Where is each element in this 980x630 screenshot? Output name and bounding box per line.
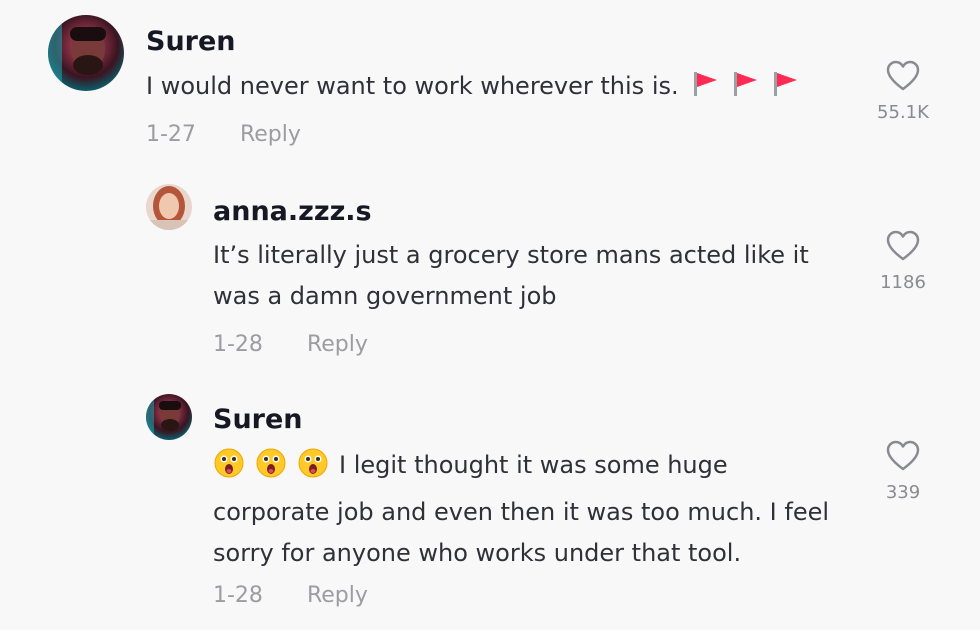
reply-meta: 1-28 Reply	[213, 332, 368, 357]
reply-date: 1-28	[213, 583, 263, 608]
heart-icon	[886, 60, 920, 91]
astonished-face-icon	[255, 447, 287, 492]
like-button[interactable]: 339	[866, 440, 940, 503]
avatar[interactable]	[146, 184, 192, 230]
like-count: 1186	[880, 272, 926, 293]
comment-date: 1-27	[146, 122, 196, 147]
comment-item: Suren I would never want to work whereve…	[0, 0, 980, 170]
reply-username[interactable]: Suren	[213, 404, 303, 435]
reply-item: Suren I legit thought it was some huge c…	[0, 380, 980, 630]
heart-icon	[886, 230, 920, 261]
reply-text: I legit thought it was some huge corpora…	[213, 445, 843, 574]
like-count: 339	[885, 482, 921, 503]
comment-meta: 1-27 Reply	[146, 122, 301, 147]
reply-date: 1-28	[213, 332, 263, 357]
comment-username[interactable]: Suren	[146, 26, 236, 57]
reply-item: anna.zzz.s It’s literally just a grocery…	[0, 170, 980, 380]
reply-text: It’s literally just a grocery store mans…	[213, 241, 809, 310]
comment-text-body: I would never want to work wherever this…	[146, 72, 679, 100]
astonished-face-icon	[213, 447, 245, 492]
avatar-image	[48, 15, 124, 91]
like-count: 55.1K	[877, 102, 929, 123]
like-button[interactable]: 55.1K	[866, 60, 940, 123]
avatar[interactable]	[146, 394, 192, 440]
reply-button[interactable]: Reply	[307, 332, 368, 357]
avatar[interactable]	[48, 15, 124, 91]
reply-meta: 1-28 Reply	[213, 583, 368, 608]
like-button[interactable]: 1186	[866, 230, 940, 293]
heart-icon	[886, 440, 920, 471]
avatar-image	[146, 184, 192, 230]
red-flag-icon	[771, 69, 799, 110]
red-flag-icon	[691, 69, 719, 110]
reply-button[interactable]: Reply	[307, 583, 368, 608]
comment-text: I would never want to work wherever this…	[146, 66, 866, 110]
avatar-image	[146, 394, 192, 440]
red-flag-icon	[731, 69, 759, 110]
reply-button[interactable]: Reply	[240, 122, 301, 147]
astonished-face-icon	[297, 447, 329, 492]
reply-username[interactable]: anna.zzz.s	[213, 196, 372, 227]
